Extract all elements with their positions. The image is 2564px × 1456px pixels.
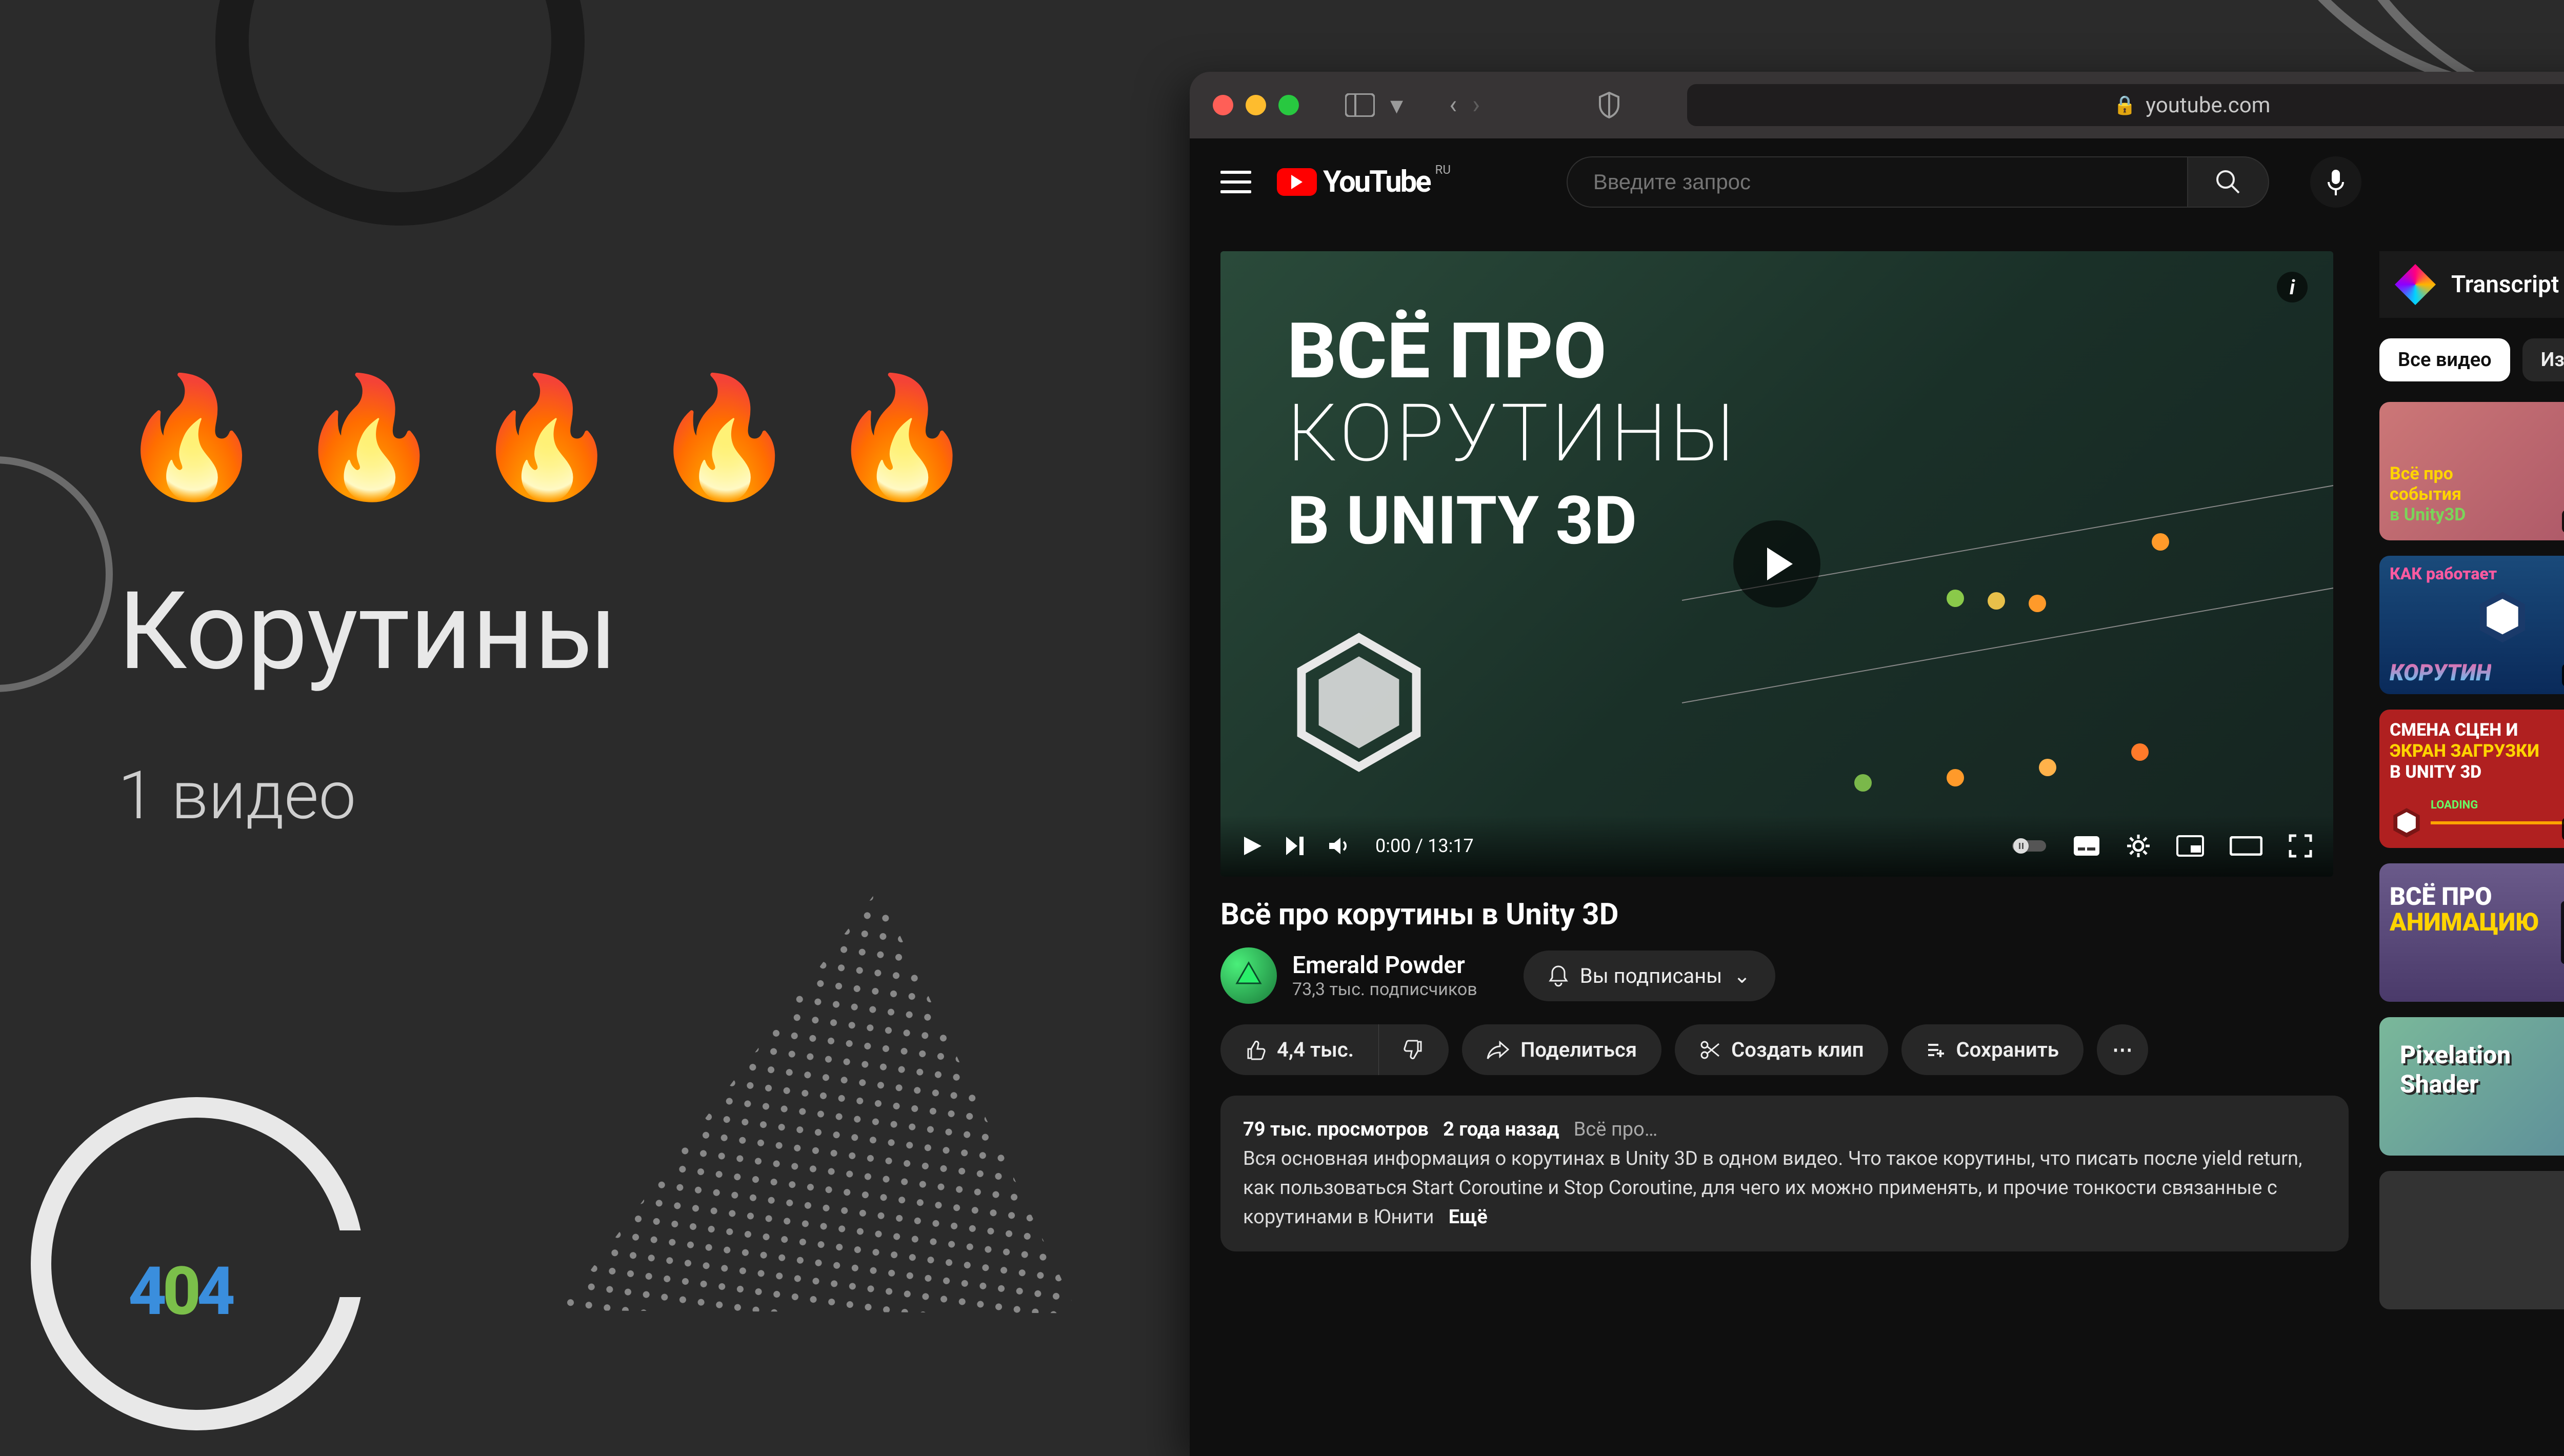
maximize-button[interactable] bbox=[1278, 95, 1299, 115]
chevron-down-icon: ⌄ bbox=[1733, 964, 1751, 988]
youtube-play-icon bbox=[1277, 168, 1317, 196]
channel-row: Emerald Powder 73,3 тыс. подписчиков Вы … bbox=[1220, 947, 2349, 1004]
recommendations-sidebar: Transcript & Summary Все видео Из той же… bbox=[2349, 251, 2564, 1456]
recommendation-item[interactable]: PixelationShader 3:46 Simple Pixelation … bbox=[2379, 1017, 2564, 1156]
playlist-add-icon bbox=[1926, 1041, 1945, 1059]
recommendation-item[interactable]: Всё прособытияв Unity3D 21:38 ⚡ Всё про … bbox=[2379, 402, 2564, 540]
volume-button[interactable] bbox=[1327, 835, 1350, 857]
transcript-logo-icon bbox=[2395, 264, 2436, 305]
more-actions-button[interactable]: ⋯ bbox=[2097, 1024, 2148, 1075]
titlebar: ▾ ‹ › 🔒 youtube.com 🔊 ⟳ bbox=[1190, 72, 2564, 138]
play-button[interactable] bbox=[1241, 835, 1264, 857]
next-button[interactable] bbox=[1284, 835, 1307, 857]
decoration-circle bbox=[0, 456, 113, 692]
save-button[interactable]: Сохранить bbox=[1901, 1024, 2083, 1075]
minimize-button[interactable] bbox=[1246, 95, 1266, 115]
unity-logo-icon bbox=[2389, 805, 2425, 841]
voice-search-button[interactable] bbox=[2310, 156, 2361, 208]
share-icon bbox=[1487, 1040, 1509, 1060]
subscribe-button[interactable]: Вы подписаны ⌄ bbox=[1524, 951, 1775, 1001]
decoration-triangle bbox=[560, 854, 1132, 1382]
recommendation-item[interactable]: КАК работает КОРУТИН 15:25 Как писать ас… bbox=[2379, 556, 2564, 694]
time-display: 0:00 / 13:17 bbox=[1375, 835, 1474, 857]
autoplay-toggle[interactable] bbox=[2011, 836, 2047, 856]
description-body: Вся основная информация о корутинах в Un… bbox=[1243, 1147, 2302, 1228]
clip-button[interactable]: Создать клип bbox=[1675, 1024, 1888, 1075]
description-tag: Всё про… bbox=[1574, 1118, 1658, 1141]
search-bar bbox=[1567, 156, 2269, 208]
back-button[interactable]: ‹ bbox=[1449, 90, 1457, 120]
sidebar-toggle-icon[interactable] bbox=[1345, 93, 1375, 117]
transcript-banner[interactable]: Transcript & Summary bbox=[2379, 251, 2564, 318]
recommendation-thumbnail: СМЕНА СЦЕН ИЭКРАН ЗАГРУЗКИВ UNITY 3D LOA… bbox=[2379, 710, 2564, 848]
recommendation-thumbnail: PixelationShader 3:46 bbox=[2379, 1017, 2564, 1156]
lock-icon: 🔒 bbox=[2113, 94, 2136, 116]
filter-chips: Все видео Из той же серии Автор bbox=[2379, 338, 2564, 381]
address-bar[interactable]: 🔒 youtube.com bbox=[1687, 84, 2564, 126]
player-controls: 0:00 / 13:17 bbox=[1220, 815, 2333, 877]
channel-avatar[interactable] bbox=[1220, 947, 1277, 1004]
recommendation-thumbnail: Всё прособытияв Unity3D 21:38 bbox=[2379, 402, 2564, 540]
region-label: RU bbox=[1435, 163, 1451, 177]
forward-button[interactable]: › bbox=[1472, 90, 1480, 120]
recommendation-item[interactable]: СМЕНА СЦЕН ИЭКРАН ЗАГРУЗКИВ UNITY 3D LOA… bbox=[2379, 710, 2564, 848]
subscriber-count: 73,3 тыс. подписчиков bbox=[1292, 979, 1477, 1000]
url-domain: youtube.com bbox=[2146, 93, 2270, 118]
scissors-icon bbox=[1699, 1040, 1720, 1060]
subtitles-button[interactable] bbox=[2073, 835, 2100, 857]
thumbs-up-icon bbox=[1245, 1040, 1266, 1060]
play-overlay-button[interactable] bbox=[1733, 520, 1820, 608]
chip-series[interactable]: Из той же серии bbox=[2522, 338, 2564, 381]
show-more-button[interactable]: Ещё bbox=[1449, 1206, 1488, 1228]
bell-icon bbox=[1548, 964, 1569, 987]
recommendation-thumbnail: ВСЁ ПРОАНИМАЦИЮ 7 bbox=[2379, 863, 2564, 1002]
search-button[interactable] bbox=[2187, 156, 2269, 208]
thumbs-down-icon bbox=[1404, 1040, 1424, 1060]
recommendation-item[interactable]: Физика в Unity bbox=[2379, 1171, 2564, 1309]
video-title: Всё про корутины в Unity 3D bbox=[1220, 897, 2349, 932]
window-controls bbox=[1213, 95, 1299, 115]
unity-logo-icon bbox=[2472, 587, 2533, 648]
info-icon[interactable]: i bbox=[2277, 272, 2308, 302]
like-button[interactable]: 4,4 тыс. bbox=[1220, 1024, 1379, 1075]
decoration-404-badge: 404 bbox=[128, 1252, 231, 1330]
view-count: 79 тыс. просмотров bbox=[1243, 1118, 1429, 1141]
miniplayer-button[interactable] bbox=[2176, 835, 2204, 857]
description-box[interactable]: 79 тыс. просмотров 2 года назад Всё про…… bbox=[1220, 1096, 2349, 1251]
fullscreen-button[interactable] bbox=[2288, 834, 2313, 858]
recommendation-item[interactable]: ВСЁ ПРОАНИМАЦИЮ 7 Всё про… Emerald Powde… bbox=[2379, 863, 2564, 1002]
unity-logo-icon bbox=[1287, 631, 1431, 774]
video-count-label: 1 видео bbox=[118, 756, 1006, 835]
upload-age: 2 года назад bbox=[1443, 1118, 1559, 1141]
privacy-shield-icon[interactable] bbox=[1598, 92, 1620, 118]
decoration-circle bbox=[215, 0, 585, 226]
menu-icon[interactable] bbox=[1220, 171, 1251, 193]
rating-fires: 🔥🔥🔥🔥🔥 bbox=[118, 369, 1006, 507]
action-row: 4,4 тыс. Поделиться Создать клип Сохр bbox=[1220, 1024, 2349, 1075]
ellipsis-icon: ⋯ bbox=[2112, 1038, 2133, 1062]
page-title: Корутины bbox=[118, 569, 1006, 695]
safari-window: ▾ ‹ › 🔒 youtube.com 🔊 ⟳ YouTube RU bbox=[1190, 72, 2564, 1456]
close-button[interactable] bbox=[1213, 95, 1233, 115]
chip-all[interactable]: Все видео bbox=[2379, 338, 2510, 381]
search-input[interactable] bbox=[1567, 156, 2187, 208]
theater-button[interactable] bbox=[2230, 836, 2262, 856]
channel-name[interactable]: Emerald Powder bbox=[1292, 952, 1477, 979]
chevron-down-icon[interactable]: ▾ bbox=[1390, 90, 1403, 120]
youtube-header: YouTube RU bbox=[1190, 138, 2564, 226]
share-button[interactable]: Поделиться bbox=[1462, 1024, 1661, 1075]
settings-button[interactable] bbox=[2126, 834, 2151, 858]
dislike-button[interactable] bbox=[1379, 1024, 1449, 1075]
video-player[interactable]: ВСЁ ПРО КОРУТИНЫ В UNITY 3D i bbox=[1220, 251, 2333, 877]
recommendation-thumbnail: КАК работает КОРУТИН 15:25 bbox=[2379, 556, 2564, 694]
youtube-logo[interactable]: YouTube RU bbox=[1277, 165, 1449, 199]
video-thumbnail-text: ВСЁ ПРО КОРУТИНЫ В UNITY 3D bbox=[1287, 313, 1738, 564]
recommendation-thumbnail bbox=[2379, 1171, 2564, 1309]
